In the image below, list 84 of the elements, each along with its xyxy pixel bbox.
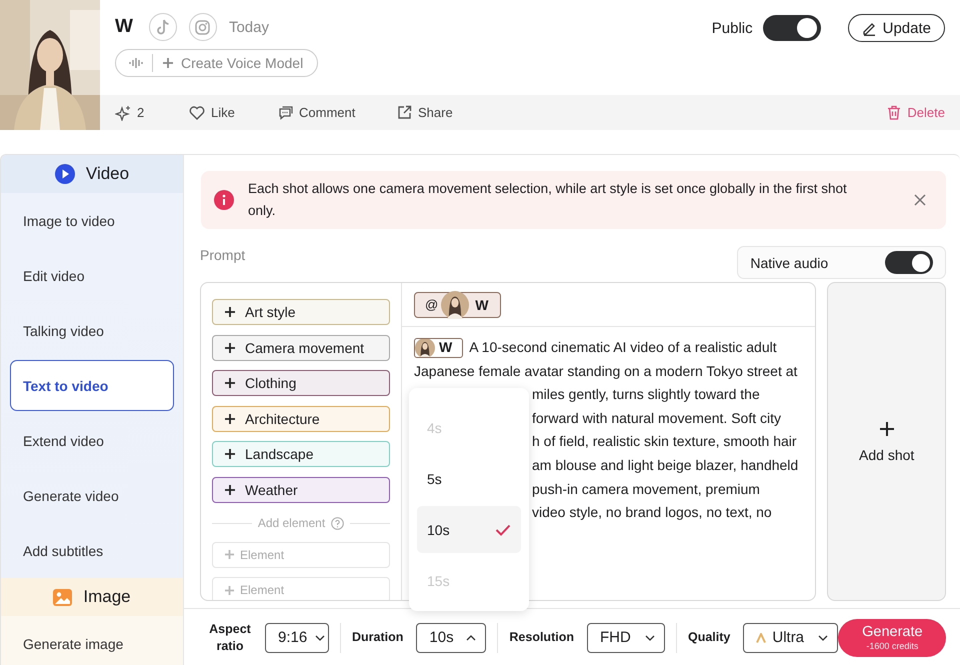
plus-icon [224,584,235,596]
prompt-label: Prompt [200,246,246,265]
element-tag-button[interactable]: Camera movement [212,334,390,360]
help-icon [331,516,344,530]
social-link[interactable] [188,13,217,41]
check-icon [495,524,511,536]
plus-icon [224,549,235,560]
create-voice-button[interactable]: Create Voice Model [115,49,318,77]
peak-icon [756,632,766,642]
nav-item[interactable]: Add subtitles [10,525,174,576]
nav-item[interactable]: Image to video [10,195,174,246]
share-icon [397,105,412,120]
element-tag-button[interactable]: Weather [212,476,390,502]
image-icon [53,588,72,606]
comment-button[interactable]: Comment [277,105,397,120]
setting-label: Aspect ratio [208,620,252,654]
info-icon [214,190,234,210]
plus-icon [224,412,236,424]
share-button[interactable]: Share [397,105,453,120]
nav-item[interactable]: Text to video [10,360,174,411]
nav-item[interactable]: Edit video [10,250,174,301]
element-tag-button[interactable]: Architecture [212,406,390,432]
setting-label: Quality [688,629,730,646]
plus-icon [162,57,174,69]
element-tag-button[interactable]: Art style [212,299,390,325]
prompt-text: video style, no brand logos, no text, no [532,503,772,522]
generate-button[interactable]: Generate -1600 credits [838,618,946,656]
social-link[interactable] [148,13,177,41]
plus-icon [224,377,236,389]
prompt-text: am blouse and light beige blazer, handheld [532,456,798,475]
setting-dropdown[interactable]: FHD [586,622,665,652]
notice-text: Each shot allows one camera movement selection, while art style is set once globally in the first shot only. [248,180,848,220]
trash-icon [887,105,902,120]
plus-icon [224,484,236,496]
public-label: Public [712,20,753,36]
plus-icon [224,448,236,460]
prompt-text: A 10-second cinematic AI video of a realistic adult [469,338,777,357]
avatar-icon [441,290,470,318]
add-element-label: Add element [258,516,326,530]
section-title: Video [86,164,130,184]
native-audio-toggle[interactable] [885,251,934,274]
delete-button[interactable]: Delete [887,105,945,120]
update-button[interactable]: Update [848,14,945,42]
prompt-text: forward with natural movement. Soft city [532,408,781,428]
public-toggle[interactable] [762,15,821,41]
pencil-icon [862,20,877,36]
post-date: Today [228,18,269,36]
mention-chip[interactable]: @ W [414,292,502,318]
close-button[interactable] [914,194,926,206]
nav-item[interactable]: Generate video [10,470,174,521]
heart-icon [189,105,205,120]
element-tag-button[interactable]: Clothing [212,370,390,396]
setting-dropdown[interactable]: Ultra [743,622,838,652]
plus-icon [224,306,236,318]
close-icon [914,194,926,206]
setting-dropdown[interactable]: 9:16 [265,622,329,652]
setting-dropdown[interactable]: 10s [416,622,486,652]
comment-icon [277,105,293,120]
menu-option[interactable]: 10s [417,506,521,553]
sparkle-icon [115,104,131,120]
menu-option[interactable]: 5s [417,455,521,502]
avatar-icon [415,338,435,357]
plus-icon [224,342,236,354]
sparkle-button[interactable]: 2 [115,104,189,120]
avatar-chip[interactable]: W [414,338,464,358]
prompt-text: miles gently, turns slightly toward the [532,385,760,404]
camera-icon [195,20,210,34]
prompt-text: h of field, realistic skin texture, smooth hair [532,432,797,452]
user-name: W [115,16,133,38]
native-audio-label: Native audio [750,254,828,270]
section-title: Image [83,587,131,607]
element-tag-button[interactable]: Landscape [212,441,390,467]
like-button[interactable]: Like [189,105,277,120]
add-shot-button[interactable]: Add shot [827,282,946,601]
prompt-text: Japanese female avatar standing on a modern Tokyo street at [414,362,798,381]
setting-label: Duration [352,629,404,646]
music-note-icon [156,19,170,35]
play-icon [54,164,75,184]
nav-item[interactable]: Extend video [10,415,174,466]
nav-item[interactable]: Talking video [10,305,174,356]
plus-icon [878,420,895,436]
setting-label: Resolution [509,629,574,646]
waveform-icon [129,57,143,69]
prompt-text: push-in camera movement, premium [532,480,760,499]
